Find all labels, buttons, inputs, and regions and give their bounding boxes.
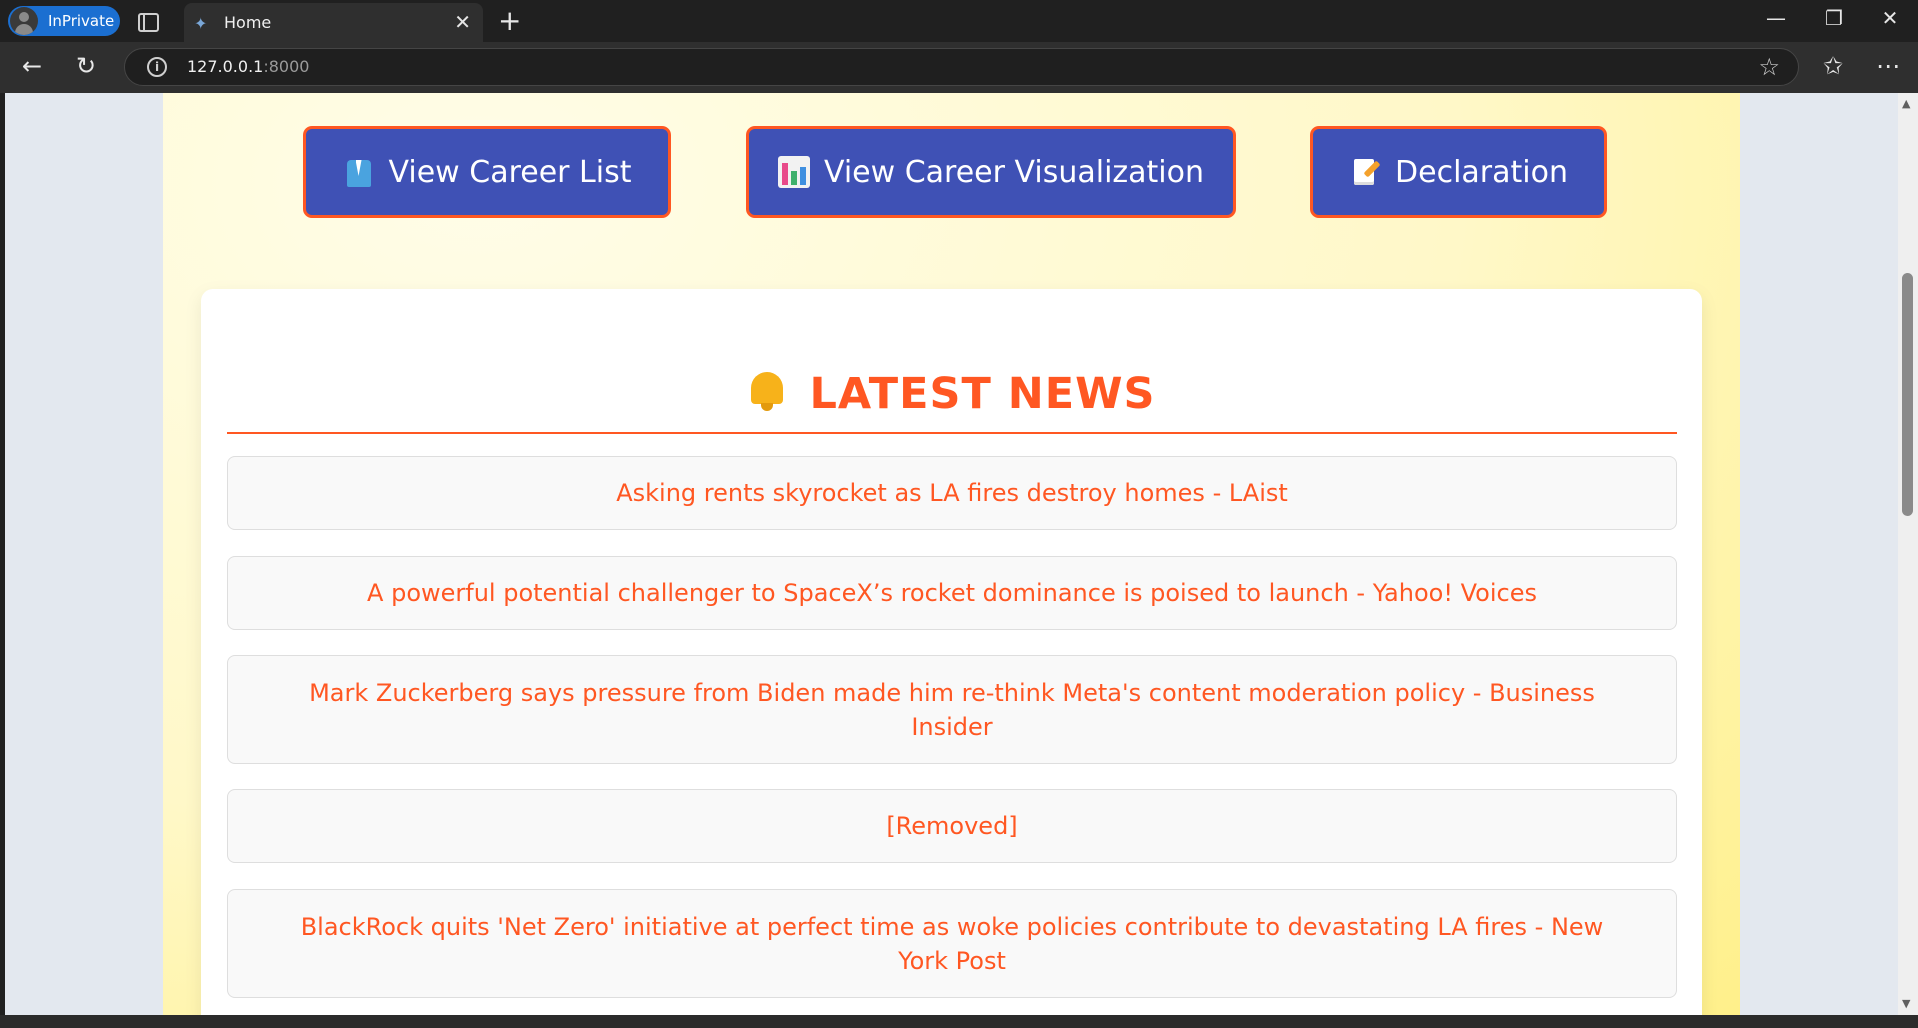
view-career-visualization-label: View Career Visualization xyxy=(823,154,1204,190)
news-item[interactable]: Mark Zuckerberg says pressure from Biden… xyxy=(227,655,1677,764)
favorite-star-icon[interactable]: ☆ xyxy=(1758,53,1780,81)
favicon-icon: ✦ xyxy=(194,14,208,33)
nav-button-row: View Career List View Career Visualizati… xyxy=(163,126,1740,218)
news-headline[interactable]: BlackRock quits 'Net Zero' initiative at… xyxy=(288,910,1616,978)
news-item[interactable]: Asking rents skyrocket as LA fires destr… xyxy=(227,456,1677,530)
bell-icon xyxy=(747,370,787,412)
view-career-list-label: View Career List xyxy=(388,154,632,190)
refresh-icon[interactable]: ↻ xyxy=(76,52,96,80)
page-container: View Career List View Career Visualizati… xyxy=(163,93,1740,1015)
minimize-icon[interactable]: — xyxy=(1756,6,1796,30)
news-item[interactable]: A powerful potential challenger to Space… xyxy=(227,556,1677,630)
bar-chart-icon xyxy=(777,156,810,188)
declaration-button[interactable]: Declaration xyxy=(1310,126,1607,218)
news-heading: LATEST NEWS xyxy=(201,369,1702,419)
more-menu-icon[interactable]: ⋯ xyxy=(1876,52,1900,80)
news-section: LATEST NEWS Asking rents skyrocket as LA… xyxy=(201,289,1702,1015)
favorites-icon[interactable]: ✩ xyxy=(1823,52,1843,80)
news-divider xyxy=(227,432,1677,434)
restore-icon[interactable]: ❐ xyxy=(1814,6,1854,30)
tab-home[interactable]: ✦ Home ✕ xyxy=(184,3,483,42)
page-viewport: View Career List View Career Visualizati… xyxy=(5,93,1898,1015)
shirt-icon xyxy=(343,156,375,188)
url-text: 127.0.0.1:8000 xyxy=(187,57,310,76)
scroll-up-icon[interactable]: ▲ xyxy=(1902,97,1910,110)
address-input[interactable]: i 127.0.0.1:8000 ☆ xyxy=(124,48,1799,86)
window-close-icon[interactable]: ✕ xyxy=(1870,6,1910,30)
profile-avatar-icon xyxy=(10,7,38,35)
news-item[interactable]: [Removed] xyxy=(227,789,1677,863)
window-bottom-edge xyxy=(0,1015,1918,1028)
memo-icon xyxy=(1349,156,1381,188)
tab-actions-icon[interactable] xyxy=(136,10,159,32)
news-item[interactable]: BlackRock quits 'Net Zero' initiative at… xyxy=(227,889,1677,998)
tab-close-icon[interactable]: ✕ xyxy=(454,10,471,34)
scroll-down-icon[interactable]: ▼ xyxy=(1902,997,1910,1010)
declaration-label: Declaration xyxy=(1395,154,1568,190)
site-info-icon[interactable]: i xyxy=(147,57,167,77)
view-career-list-button[interactable]: View Career List xyxy=(303,126,671,218)
news-headline[interactable]: Mark Zuckerberg says pressure from Biden… xyxy=(288,676,1616,744)
tab-title: Home xyxy=(224,13,272,32)
new-tab-icon[interactable]: + xyxy=(498,4,521,37)
news-headline[interactable]: [Removed] xyxy=(886,809,1017,843)
scrollbar-thumb[interactable] xyxy=(1902,273,1913,516)
back-icon[interactable]: ← xyxy=(22,52,42,80)
address-toolbar: ← ↻ i 127.0.0.1:8000 ☆ ✩ ⋯ xyxy=(0,42,1918,93)
inprivate-badge[interactable]: InPrivate xyxy=(8,6,120,36)
news-headline[interactable]: Asking rents skyrocket as LA fires destr… xyxy=(616,476,1288,510)
vertical-scrollbar[interactable]: ▲ ▼ xyxy=(1898,93,1918,1015)
browser-titlebar: InPrivate ✦ Home ✕ + — ❐ ✕ xyxy=(0,0,1918,42)
view-career-visualization-button[interactable]: View Career Visualization xyxy=(746,126,1236,218)
news-headline[interactable]: A powerful potential challenger to Space… xyxy=(367,576,1537,610)
inprivate-label: InPrivate xyxy=(48,12,115,30)
